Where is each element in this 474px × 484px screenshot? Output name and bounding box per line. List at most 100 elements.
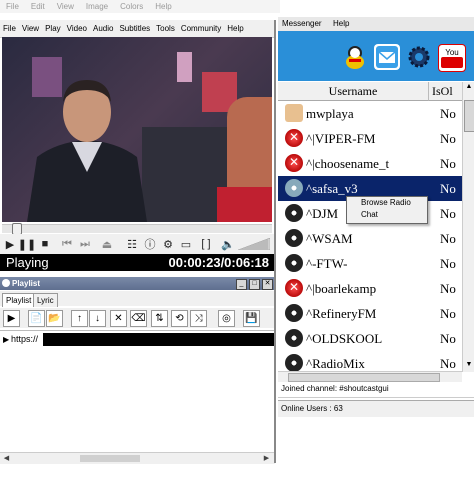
table-row[interactable]: ^RefineryFM No — [278, 301, 462, 326]
buddy-icon[interactable] — [342, 44, 368, 70]
list-item[interactable]: ▶ https:// — [3, 333, 275, 346]
speaker-icon[interactable]: 🔈 — [221, 237, 235, 251]
current-item-arrow-icon: ▶ — [3, 335, 10, 344]
youtube-icon[interactable]: You — [438, 44, 466, 72]
context-menu: Browse Radio Chat — [346, 196, 428, 224]
scroll-left-icon[interactable]: ◀ — [2, 454, 11, 463]
bg-menu-edit: Edit — [30, 2, 45, 11]
column-isonline[interactable]: IsOl — [429, 82, 466, 101]
previous-icon[interactable]: ⏮ — [60, 237, 74, 251]
menu-messenger-help[interactable]: Help — [333, 17, 349, 31]
move-up-icon[interactable]: ↑ — [71, 310, 88, 327]
table-row[interactable]: ^|boarlekamp No — [278, 276, 462, 301]
mail-icon[interactable] — [374, 44, 400, 70]
search-playlist-icon[interactable]: ◎ — [218, 310, 235, 327]
disc-icon — [285, 229, 303, 247]
menu-messenger[interactable]: Messenger — [282, 17, 322, 31]
info-icon[interactable]: ⓘ — [143, 237, 157, 251]
menu-file[interactable]: File — [0, 20, 19, 37]
playlist-hscroll[interactable]: ◀ ▶ — [0, 452, 275, 464]
isonline-cell: No — [440, 156, 456, 171]
username-cell: ^|VIPER-FM — [306, 131, 376, 146]
isonline-cell: No — [440, 206, 456, 221]
online-users-status: Online Users : 63 — [278, 400, 474, 417]
menu-tools[interactable]: Tools — [153, 20, 178, 37]
playlist-toolbar: ▶ 📄 📂 ↑ ↓ ✕ ⌫ ⇅ ⟲ ⤨ ◎ 💾 — [0, 308, 275, 328]
menu-audio[interactable]: Audio — [90, 20, 116, 37]
remove-icon[interactable]: ✕ — [110, 310, 127, 327]
table-row[interactable]: ^|choosename_t No — [278, 151, 462, 176]
playlist-titlebar: Playlist _ □ ✕ — [0, 277, 275, 290]
chat-log-line: Joined channel: #shoutcastgui — [281, 384, 389, 393]
table-row[interactable]: ^WSAM No — [278, 226, 462, 251]
offline-x-icon — [285, 279, 303, 297]
video-frame[interactable] — [2, 37, 272, 222]
isonline-cell: No — [440, 106, 456, 121]
menu-view[interactable]: View — [19, 20, 42, 37]
context-chat[interactable]: Chat — [347, 209, 427, 221]
move-down-icon[interactable]: ↓ — [89, 310, 106, 327]
disc-icon — [285, 254, 303, 272]
disc-icon — [285, 204, 303, 222]
messenger-toolbar: You — [278, 31, 474, 81]
play-icon[interactable]: ▶ — [3, 237, 17, 251]
fullscreen-icon[interactable]: ▭ — [179, 237, 193, 251]
eject-icon[interactable]: ⏏ — [100, 237, 114, 251]
pause-icon[interactable]: ❚❚ — [18, 237, 36, 251]
loop-icon[interactable]: ⟲ — [171, 310, 188, 327]
table-row[interactable]: mwplaya No — [278, 101, 462, 126]
sort-icon[interactable]: ⇅ — [151, 310, 168, 327]
aspect-icon[interactable]: [ ] — [199, 237, 213, 251]
table-row[interactable]: ^OLDSKOOL No — [278, 326, 462, 351]
menu-help[interactable]: Help — [224, 20, 246, 37]
isonline-cell: No — [440, 131, 456, 146]
table-row[interactable]: ^|VIPER-FM No — [278, 126, 462, 151]
menu-play[interactable]: Play — [42, 20, 64, 37]
play-selected-icon[interactable]: ▶ — [3, 310, 20, 327]
scroll-thumb[interactable] — [80, 455, 140, 462]
minimize-icon[interactable]: _ — [236, 279, 247, 290]
add-file-icon[interactable]: 📄 — [28, 310, 45, 327]
video-presenter — [27, 80, 147, 222]
seek-bar[interactable] — [2, 223, 272, 235]
tab-lyric[interactable]: Lyric — [33, 293, 58, 307]
clear-icon[interactable]: ⌫ — [130, 310, 147, 327]
background-app-menubar: File Edit View Image Colors Help — [0, 0, 280, 13]
close-icon[interactable]: ✕ — [262, 279, 273, 290]
redaction-bar — [43, 333, 275, 346]
username-cell: ^|boarlekamp — [306, 281, 377, 296]
playback-state: Playing — [6, 255, 49, 270]
playlist-toggle-icon[interactable]: ☷ — [125, 237, 139, 251]
scroll-up-icon[interactable]: ▲ — [463, 82, 474, 92]
shuffle-icon[interactable]: ⤨ — [190, 310, 207, 327]
vscroll-thumb[interactable] — [464, 100, 474, 132]
menu-video[interactable]: Video — [64, 20, 90, 37]
context-browse-radio[interactable]: Browse Radio — [347, 197, 427, 209]
next-icon[interactable]: ⏭ — [78, 237, 92, 251]
video-screen-mid — [177, 52, 192, 82]
maximize-icon[interactable]: □ — [249, 279, 260, 290]
menu-subtitles[interactable]: Subtitles — [116, 20, 153, 37]
save-playlist-icon[interactable]: 💾 — [243, 310, 260, 327]
add-folder-icon[interactable]: 📂 — [46, 310, 63, 327]
player-controls: ▶ ❚❚ ■ ⏮ ⏭ ⏏ ☷ ⓘ ⚙ ▭ [ ] 🔈 — [0, 234, 275, 254]
menu-community[interactable]: Community — [178, 20, 224, 37]
tab-playlist[interactable]: Playlist — [2, 293, 36, 307]
player-menubar: File View Play Video Audio Subtitles Tools Comm… — [0, 20, 275, 38]
bg-menu-file: File — [6, 2, 19, 11]
bg-menu-colors: Colors — [120, 2, 144, 11]
gear-icon[interactable] — [406, 44, 432, 70]
user-icon — [285, 104, 303, 122]
users-vscroll[interactable]: ▲ ▼ — [462, 82, 474, 372]
volume-slider[interactable] — [238, 238, 270, 250]
stop-icon[interactable]: ■ — [38, 237, 52, 251]
offline-x-icon — [285, 129, 303, 147]
settings-icon[interactable]: ⚙ — [161, 237, 175, 251]
table-row[interactable]: ^-FTW- No — [278, 251, 462, 276]
scroll-down-icon[interactable]: ▼ — [463, 360, 474, 370]
messenger-menubar: Messenger Help — [278, 17, 474, 31]
column-username[interactable]: Username — [278, 82, 429, 101]
offline-x-icon — [285, 154, 303, 172]
scroll-right-icon[interactable]: ▶ — [262, 454, 271, 463]
bg-menu-image: Image — [85, 2, 109, 11]
